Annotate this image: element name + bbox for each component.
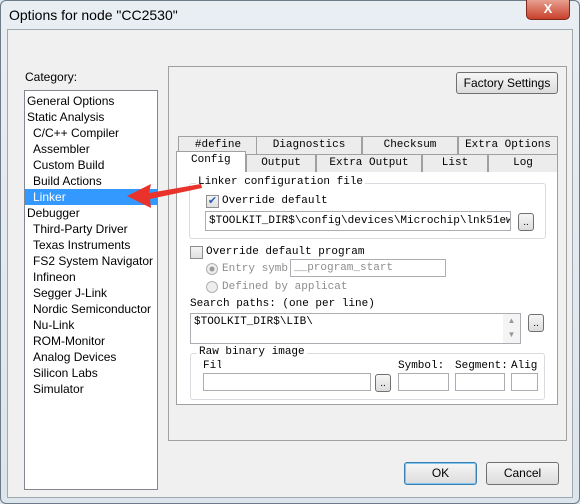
config-file-input[interactable]: $TOOLKIT_DIR$\config\devices\Microchip\l… [205, 211, 511, 231]
category-item[interactable]: General Options [25, 93, 157, 109]
config-file-browse-button[interactable]: .. [518, 213, 534, 231]
override-default-label: Override default [222, 195, 328, 207]
linker-config-legend: Linker configuration file [196, 176, 366, 188]
category-item[interactable]: Nordic Semiconductor [25, 301, 157, 317]
search-paths-label: Search paths: (one per line) [190, 298, 375, 310]
tab-extraoptions[interactable]: Extra Options [458, 136, 558, 154]
tab-list[interactable]: List [422, 154, 488, 172]
entry-symbol-radio[interactable] [206, 263, 218, 275]
category-item[interactable]: Assembler [25, 141, 157, 157]
tab-config[interactable]: Config [176, 151, 246, 172]
category-item[interactable]: Texas Instruments [25, 237, 157, 253]
tab-log[interactable]: Log [488, 154, 558, 172]
category-item[interactable]: Custom Build [25, 157, 157, 173]
category-item[interactable]: ROM-Monitor [25, 333, 157, 349]
entry-symbol-input[interactable]: __program_start [290, 259, 446, 277]
search-paths-scrollbar[interactable]: ▲ ▼ [503, 314, 520, 343]
raw-file-browse-button[interactable]: .. [375, 374, 391, 392]
tab-output[interactable]: Output [246, 154, 316, 172]
tab-extraoutput[interactable]: Extra Output [316, 154, 422, 172]
defined-by-app-label: Defined by applicat [222, 281, 348, 293]
category-item[interactable]: Third-Party Driver [25, 221, 157, 237]
align-input[interactable] [511, 373, 538, 391]
category-item[interactable]: Simulator [25, 381, 157, 397]
category-item[interactable]: Analog Devices [25, 349, 157, 365]
cancel-button[interactable]: Cancel [486, 462, 559, 485]
segment-label: Segment: [455, 360, 508, 372]
category-label: Category: [25, 70, 78, 84]
tab-diagnostics[interactable]: Diagnostics [256, 136, 362, 154]
raw-file-input[interactable] [203, 373, 371, 391]
category-item[interactable]: Segger J-Link [25, 285, 157, 301]
override-program-label: Override default program [206, 246, 365, 258]
category-list[interactable]: General Options Static Analysis C/C++ Comp… [24, 90, 158, 490]
annotation-arrow-icon [127, 184, 202, 208]
category-item[interactable]: Nu-Link [25, 317, 157, 333]
align-label: Align [511, 360, 538, 372]
ok-button[interactable]: OK [404, 462, 477, 485]
symbol-input[interactable] [398, 373, 449, 391]
symbol-label: Symbol: [398, 360, 445, 372]
raw-binary-legend: Raw binary image [197, 346, 307, 358]
category-item[interactable]: C/C++ Compiler [25, 125, 157, 141]
factory-settings-button[interactable]: Factory Settings [456, 72, 558, 94]
search-paths-textarea[interactable]: $TOOLKIT_DIR$\LIB\ [190, 313, 521, 344]
override-program-checkbox[interactable] [190, 246, 203, 259]
file-label: File [203, 360, 221, 372]
category-item[interactable]: Static Analysis [25, 109, 157, 125]
search-paths-browse-button[interactable]: .. [528, 314, 544, 332]
entry-symbol-label: Entry symb [222, 263, 289, 275]
category-item[interactable]: FS2 System Navigator [25, 253, 157, 269]
close-button[interactable]: X [526, 0, 570, 20]
segment-input[interactable] [455, 373, 505, 391]
tab-checksum[interactable]: Checksum [362, 136, 458, 154]
category-item[interactable]: Infineon [25, 269, 157, 285]
window-title: Options for node "CC2530" [9, 7, 178, 23]
override-default-checkbox[interactable]: ✔ [206, 195, 219, 208]
category-item[interactable]: Silicon Labs [25, 365, 157, 381]
defined-by-app-radio[interactable] [206, 281, 218, 293]
